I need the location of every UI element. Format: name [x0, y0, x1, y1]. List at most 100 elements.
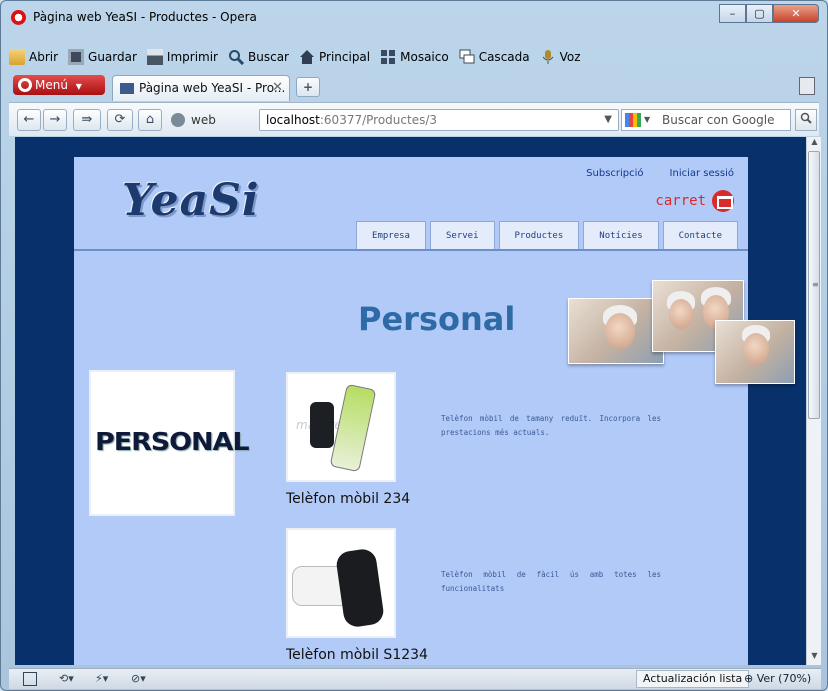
url-host: localhost [266, 113, 320, 127]
nav-tab-empresa[interactable]: Empresa [356, 221, 426, 249]
search-button[interactable] [795, 109, 817, 131]
tab-active[interactable]: Pàgina web YeaSI - Pro... ✕ [112, 75, 290, 101]
panel-toggle-icon[interactable] [23, 672, 37, 686]
phone-black-buttons [334, 547, 386, 629]
login-link[interactable]: Iniciar sessió [670, 168, 734, 179]
menu-item-mosaico[interactable]: Mosaico [380, 49, 449, 65]
menu-item-label: Mosaico [400, 50, 449, 64]
product-image[interactable]: mayores. [286, 372, 396, 482]
menu-item-abrir[interactable]: Abrir [9, 49, 58, 65]
vertical-scrollbar[interactable]: ▲ ≡ ▼ [806, 137, 821, 665]
header-links: Subscripció Iniciar sessió [586, 168, 734, 179]
menu-item-label: Guardar [88, 50, 137, 64]
zoom-icon: ⊕ [744, 672, 757, 685]
photo-elderly-man [568, 298, 664, 364]
fast-forward-button[interactable]: ⇛ [73, 109, 101, 131]
url-input[interactable]: localhost:60377/Productes/3 ▼ [259, 109, 619, 131]
sync-icon[interactable]: ⟲▾ [59, 672, 74, 686]
product-description: Telèfon mòbil de tamany reduït. Incorpor… [441, 414, 661, 438]
nav-tab-noticies[interactable]: Notícies [583, 221, 659, 249]
menu-item-label: Abrir [29, 50, 59, 64]
subscribe-link[interactable]: Subscripció [586, 168, 643, 179]
menu-item-label: Buscar [248, 50, 289, 64]
menu-item-label: Cascada [478, 50, 530, 64]
category-image: PERSONAL [89, 370, 250, 516]
scroll-thumb[interactable]: ≡ [808, 151, 820, 419]
scroll-up-icon[interactable]: ▲ [807, 137, 822, 151]
menu-item-label: Imprimir [166, 50, 218, 64]
home-icon[interactable]: ⌂ [138, 109, 162, 131]
turbo-icon[interactable]: ⚡▾ [95, 672, 108, 686]
chevron-down-icon: ▼ [75, 82, 82, 91]
reload-button[interactable]: ⟳ [107, 109, 133, 131]
block-content-icon[interactable]: ⊘▾ [131, 672, 146, 686]
header-photo-collage [568, 280, 798, 390]
product-name[interactable]: Telèfon mòbil 234 [286, 491, 410, 507]
print-icon [146, 49, 163, 65]
page-title: Personal [358, 300, 516, 338]
nav-tab-contacte[interactable]: Contacte [662, 221, 738, 249]
photo-senior-smiling [715, 320, 795, 384]
nav-tab-servei[interactable]: Servei [429, 221, 495, 249]
globe-icon [171, 113, 185, 127]
search-placeholder: Buscar con Google [662, 113, 775, 127]
scroll-down-icon[interactable]: ▼ [807, 651, 822, 665]
zoom-control[interactable]: ⊕ Ver (70%) [744, 672, 811, 685]
site-nav: Empresa Servei Productes Notícies Contac… [356, 221, 738, 249]
opera-logo-icon [11, 10, 26, 25]
new-tab-button[interactable]: + [296, 77, 320, 97]
nav-divider [74, 249, 748, 251]
menu-bar: Abrir Guardar Imprimir Buscar Principal [9, 45, 581, 69]
menu-item-buscar[interactable]: Buscar [228, 49, 289, 66]
url-path: :60377/Productes/3 [319, 113, 438, 127]
trash-icon[interactable] [799, 77, 815, 95]
menu-item-guardar[interactable]: Guardar [68, 49, 137, 65]
home-icon [299, 49, 315, 65]
microphone-icon [540, 49, 556, 65]
menu-item-imprimir[interactable]: Imprimir [146, 49, 218, 65]
window-title: Pàgina web YeaSI - Productes - Opera [33, 10, 257, 24]
category-image-text: PERSONAL [95, 427, 250, 456]
cascade-icon [459, 49, 475, 65]
web-label: web [191, 113, 216, 127]
menu-item-voz[interactable]: Voz [540, 49, 581, 65]
menu-item-principal[interactable]: Principal [299, 49, 370, 65]
title-bar: Pàgina web YeaSI - Productes - Opera – ▢… [1, 1, 827, 35]
search-icon [800, 112, 812, 124]
save-icon [68, 49, 85, 65]
menu-button-label: Menú [35, 78, 68, 92]
search-input[interactable]: ▼ Buscar con Google [621, 109, 791, 131]
back-button[interactable]: ← [17, 109, 41, 131]
search-icon [228, 49, 245, 66]
tab-close-icon[interactable]: ✕ [272, 80, 283, 95]
nav-tab-productes[interactable]: Productes [498, 221, 580, 249]
phone-black [310, 402, 334, 448]
product-image[interactable]: mayores. [286, 528, 396, 638]
minimize-button[interactable]: – [719, 4, 746, 23]
forward-button[interactable]: → [43, 109, 67, 131]
product-description: Telèfon mòbil de fàcil ús amb totes les … [441, 570, 661, 594]
browser-window: Pàgina web YeaSI - Productes - Opera – ▢… [0, 0, 828, 691]
google-icon[interactable] [625, 113, 641, 127]
cart-link[interactable]: carret [655, 190, 734, 212]
chevron-down-icon[interactable]: ▼ [604, 110, 612, 130]
favicon-icon [120, 83, 134, 94]
tile-icon [380, 49, 396, 65]
site-logo[interactable]: YeaSi [122, 175, 260, 226]
menu-item-cascada[interactable]: Cascada [459, 49, 530, 65]
zoom-label: Ver (70%) [756, 672, 812, 685]
opera-menu-button[interactable]: Menú ▼ [13, 75, 105, 95]
chevron-down-icon[interactable]: ▼ [644, 110, 650, 130]
status-bar: ⟲▾ ⚡▾ ⊘▾ Actualización lista ⊕ Ver (70%) [9, 668, 821, 689]
site-container: YeaSi Subscripció Iniciar sessió carret … [74, 157, 795, 665]
close-button[interactable]: ✕ [773, 4, 819, 23]
product-name[interactable]: Telèfon mòbil S1234 [286, 647, 428, 663]
status-text: Actualización lista [636, 670, 750, 688]
maximize-button[interactable]: ▢ [746, 4, 773, 23]
cart-icon [712, 190, 734, 212]
folder-icon [9, 49, 25, 65]
opera-logo-icon [18, 78, 32, 92]
tab-bar: Menú ▼ Pàgina web YeaSI - Pro... ✕ + [9, 75, 819, 101]
address-toolbar: ← → ⇛ ⟳ ⌂ web localhost:60377/Productes/… [9, 102, 819, 136]
menu-item-label: Principal [318, 50, 371, 64]
